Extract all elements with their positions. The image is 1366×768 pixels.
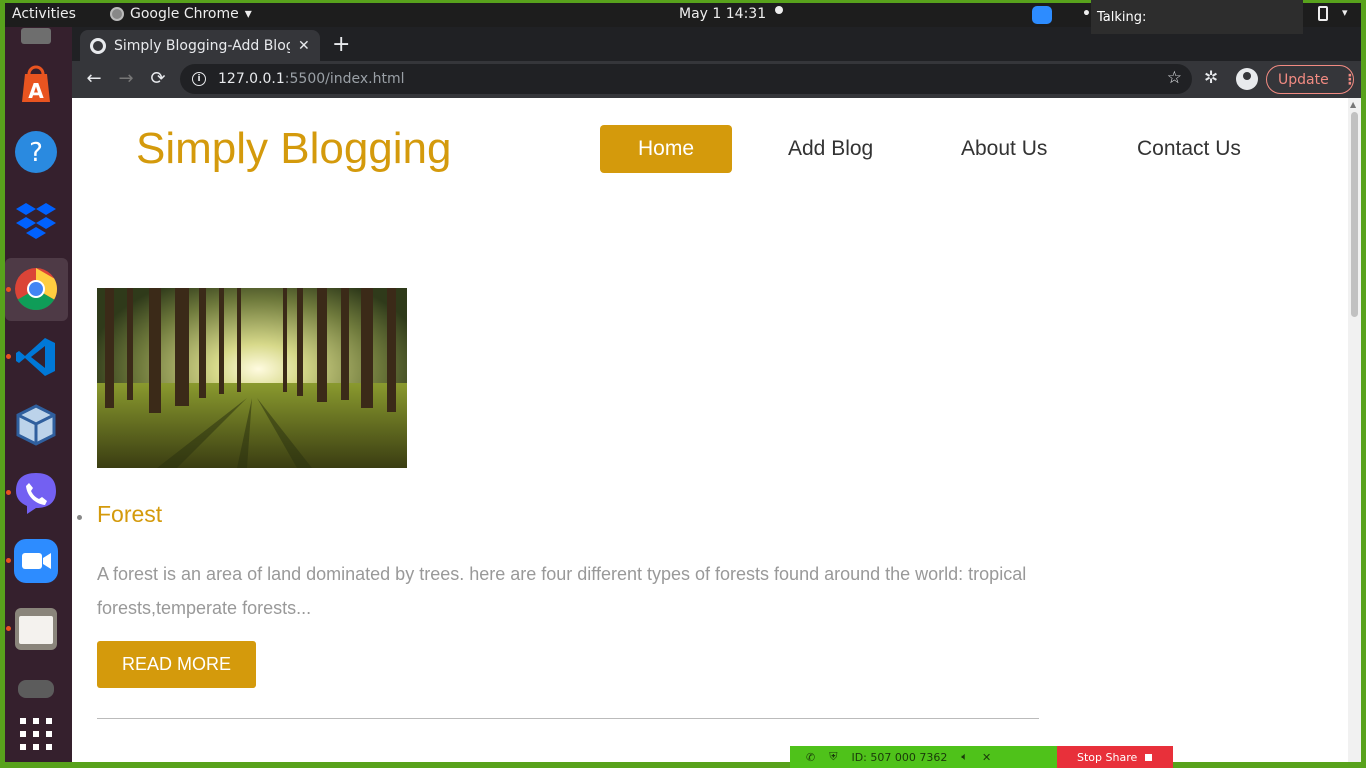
running-indicator-icon: [6, 287, 11, 292]
back-button[interactable]: ←: [82, 67, 106, 91]
files-icon: [15, 608, 57, 650]
chevron-down-icon: ▾: [244, 6, 252, 22]
site-title[interactable]: Simply Blogging: [136, 124, 452, 174]
dock-item-files[interactable]: [13, 606, 59, 652]
help-icon: ?: [15, 131, 57, 173]
share-info-panel: ✆ ⛨ ID: 507 000 7362 🔈︎ ✕: [790, 746, 1057, 768]
running-indicator-icon: [6, 626, 11, 631]
globe-icon: [90, 37, 106, 54]
zoom-share-bar: ✆ ⛨ ID: 507 000 7362 🔈︎ ✕ Stop Share: [790, 746, 1173, 768]
dock-item-zoom[interactable]: [13, 538, 59, 584]
phone-icon[interactable]: ✆: [806, 751, 815, 764]
viber-icon: [16, 473, 56, 514]
update-button[interactable]: Update ⋮: [1266, 65, 1357, 94]
new-tab-button[interactable]: +: [332, 32, 350, 57]
app-partial-icon: [21, 28, 51, 44]
post-excerpt: A forest is an area of land dominated by…: [97, 564, 1027, 618]
stop-share-button[interactable]: Stop Share: [1057, 746, 1173, 768]
virtualbox-icon: [16, 404, 56, 446]
url-host: 127.0.0.1: [218, 71, 285, 87]
dock-item-viber[interactable]: [13, 470, 59, 516]
stop-square-icon: [1145, 753, 1153, 761]
chrome-icon: [15, 268, 58, 311]
dock-item-dropbox[interactable]: [13, 197, 59, 243]
forest-image: [97, 288, 407, 468]
browser-toolbar: ← → ⟳ i 127.0.0.1:5500/index.html ☆ ✲ Up…: [72, 61, 1361, 98]
chrome-app-icon: [110, 7, 124, 21]
dock: A ?: [5, 27, 72, 762]
list-bullet-icon: [77, 515, 82, 520]
nav-add-blog-link[interactable]: Add Blog: [788, 125, 873, 173]
clock[interactable]: May 1 14:31: [679, 6, 766, 22]
talking-label: Talking:: [1097, 10, 1147, 25]
zoom-talking-indicator: Talking:: [1091, 0, 1303, 34]
url-path: :5500/index.html: [284, 71, 405, 87]
dock-item-ubuntu-software[interactable]: A: [13, 60, 59, 106]
tab-title: Simply Blogging-Add Blog: [114, 37, 290, 54]
dock-item-chrome[interactable]: [13, 266, 59, 312]
read-more-button[interactable]: READ MORE: [97, 641, 256, 688]
nav-home-link[interactable]: Home: [600, 125, 732, 173]
profile-avatar-icon[interactable]: [1236, 68, 1258, 90]
app-menu[interactable]: Google Chrome ▾: [110, 6, 252, 22]
close-icon[interactable]: ✕: [298, 38, 310, 54]
running-indicator-icon: [6, 490, 11, 495]
dropbox-icon: [16, 203, 56, 239]
page-scrollbar[interactable]: ▲: [1348, 98, 1361, 762]
stop-share-label: Stop Share: [1077, 750, 1138, 764]
dock-item-virtualbox[interactable]: [13, 402, 59, 448]
forward-button[interactable]: →: [114, 67, 138, 91]
zoom-tray-icon[interactable]: [1032, 6, 1052, 24]
browser-tab[interactable]: Simply Blogging-Add Blog ✕: [80, 30, 320, 61]
dock-item-vscode[interactable]: [13, 334, 59, 380]
zoom-icon: [14, 539, 58, 583]
ubuntu-software-icon: A: [22, 65, 50, 103]
reload-button[interactable]: ⟳: [146, 67, 170, 91]
site-info-icon[interactable]: i: [192, 72, 206, 86]
extensions-icon[interactable]: ✲: [1204, 68, 1218, 88]
menu-kebab-icon: ⋮: [1342, 71, 1357, 88]
meeting-id: ID: 507 000 7362: [851, 750, 948, 764]
post-title[interactable]: Forest: [97, 501, 162, 528]
scrollbar-thumb[interactable]: [1351, 112, 1358, 317]
nav-contact-link[interactable]: Contact Us: [1137, 125, 1241, 173]
system-menu-caret-icon[interactable]: ▾: [1342, 6, 1348, 19]
nav-about-link[interactable]: About Us: [961, 125, 1047, 173]
running-indicator-icon: [6, 354, 11, 359]
bookmark-star-icon[interactable]: ☆: [1167, 68, 1182, 88]
svg-text:?: ?: [29, 138, 43, 168]
vscode-icon: [16, 338, 55, 376]
shield-icon[interactable]: ⛨: [829, 750, 837, 764]
app-menu-label: Google Chrome: [130, 6, 239, 22]
update-label: Update: [1278, 71, 1329, 88]
svg-text:A: A: [28, 79, 44, 103]
browser-window: Simply Blogging-Add Blog ✕ + ← → ⟳ i 127…: [72, 27, 1361, 762]
grid-icon: [20, 718, 52, 750]
mic-muted-icon[interactable]: ✕: [982, 751, 991, 764]
page-viewport: Simply Blogging Home Add Blog About Us C…: [72, 98, 1361, 762]
dock-item-partial-top[interactable]: [13, 5, 59, 51]
dock-item-help[interactable]: ?: [13, 129, 59, 175]
scroll-up-icon[interactable]: ▲: [1350, 100, 1356, 109]
speaker-icon[interactable]: 🔈︎: [961, 750, 968, 764]
post-image: [97, 288, 407, 468]
show-applications-button[interactable]: [13, 711, 59, 757]
post-divider: [97, 718, 1039, 719]
running-indicator-icon: [6, 558, 11, 563]
address-bar[interactable]: i 127.0.0.1:5500/index.html ☆: [180, 64, 1192, 94]
notification-dot-icon: [775, 6, 783, 14]
battery-icon[interactable]: [1318, 6, 1328, 21]
